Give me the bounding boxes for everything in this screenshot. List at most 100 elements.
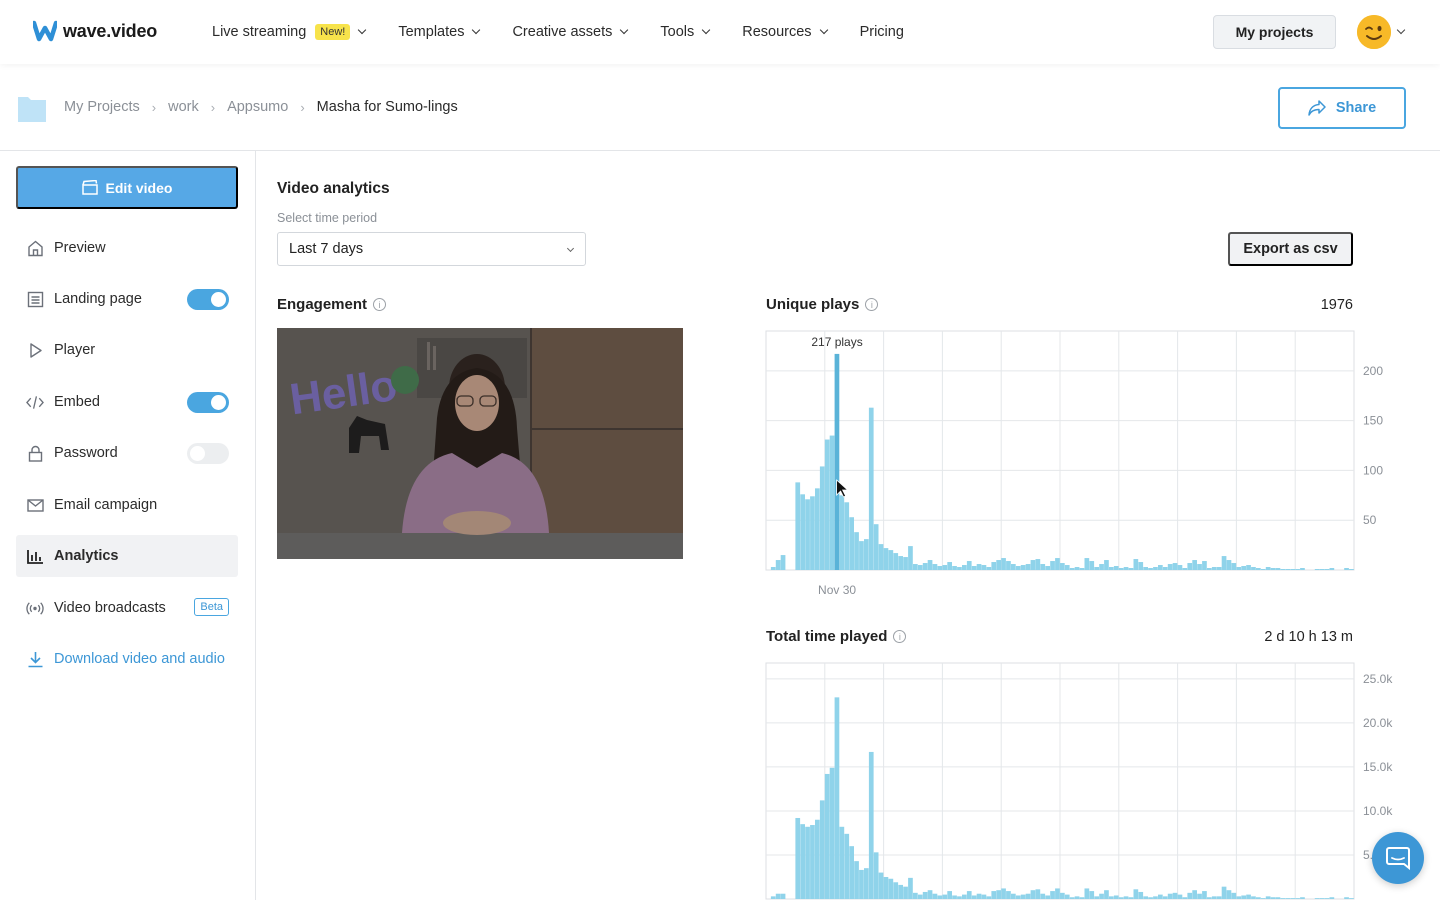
bar[interactable] xyxy=(854,861,859,899)
bar[interactable] xyxy=(1177,894,1183,899)
bar[interactable] xyxy=(927,560,933,570)
breadcrumb-work[interactable]: work xyxy=(168,99,199,115)
bar[interactable] xyxy=(1060,892,1065,899)
bar[interactable] xyxy=(927,890,933,899)
bar[interactable] xyxy=(903,557,908,570)
bar[interactable] xyxy=(829,767,835,899)
bar[interactable] xyxy=(986,896,992,899)
bar[interactable] xyxy=(1167,564,1173,570)
bar[interactable] xyxy=(922,563,928,570)
bar[interactable] xyxy=(810,825,815,899)
bar[interactable] xyxy=(1069,897,1075,899)
bar[interactable] xyxy=(1030,560,1036,570)
bar[interactable] xyxy=(1153,567,1158,570)
export-csv-button[interactable]: Export as csv xyxy=(1228,232,1353,266)
bar[interactable] xyxy=(1074,896,1080,899)
bar[interactable] xyxy=(1202,891,1207,899)
bar[interactable] xyxy=(966,561,972,570)
bar[interactable] xyxy=(1216,567,1222,570)
sidebar-item-player[interactable]: Player xyxy=(16,329,238,371)
bar[interactable] xyxy=(1148,897,1153,899)
video-thumbnail[interactable]: Hello xyxy=(277,328,683,559)
bar[interactable] xyxy=(1265,567,1271,570)
bar[interactable] xyxy=(1162,567,1168,570)
bar[interactable] xyxy=(1197,564,1202,570)
bar[interactable] xyxy=(942,894,948,899)
bar[interactable] xyxy=(1344,897,1349,899)
bar[interactable] xyxy=(1006,891,1011,899)
user-avatar[interactable] xyxy=(1357,15,1391,49)
bar[interactable] xyxy=(1025,893,1031,899)
bar[interactable] xyxy=(770,896,776,899)
bar[interactable] xyxy=(1084,888,1090,899)
bar[interactable] xyxy=(1172,892,1178,899)
bar[interactable] xyxy=(1211,896,1217,899)
bar[interactable] xyxy=(800,824,805,899)
menu-tools[interactable]: Tools xyxy=(660,24,711,40)
bar[interactable] xyxy=(922,891,928,899)
bar[interactable] xyxy=(1236,567,1242,570)
bar[interactable] xyxy=(1197,893,1202,899)
bar[interactable] xyxy=(966,891,972,899)
bar[interactable] xyxy=(1207,568,1212,570)
bar[interactable] xyxy=(1241,895,1246,899)
bar[interactable] xyxy=(1104,560,1109,570)
bar[interactable] xyxy=(1113,895,1119,899)
bar[interactable] xyxy=(873,524,879,570)
bar[interactable] xyxy=(859,541,864,570)
bar[interactable] xyxy=(1011,893,1016,899)
bar[interactable] xyxy=(1167,893,1173,899)
bar[interactable] xyxy=(1138,562,1144,570)
bar[interactable] xyxy=(795,482,801,570)
bar[interactable] xyxy=(976,564,982,570)
bar[interactable] xyxy=(844,502,850,570)
bar[interactable] xyxy=(1109,896,1114,899)
bar[interactable] xyxy=(854,532,859,570)
bar[interactable] xyxy=(1104,890,1109,899)
bar[interactable] xyxy=(1118,897,1124,899)
bar[interactable] xyxy=(1280,898,1286,899)
edit-video-button[interactable]: Edit video xyxy=(16,166,238,209)
bar[interactable] xyxy=(1207,897,1212,899)
bar[interactable] xyxy=(775,560,781,570)
bar[interactable] xyxy=(805,826,810,899)
chevron-down-icon[interactable] xyxy=(1396,25,1406,35)
bar[interactable] xyxy=(1089,561,1095,570)
bar[interactable] xyxy=(834,697,840,899)
bar[interactable] xyxy=(962,565,967,570)
bar[interactable] xyxy=(1040,564,1046,570)
bar[interactable] xyxy=(1226,890,1232,899)
bar[interactable] xyxy=(834,353,840,570)
bar[interactable] xyxy=(986,567,992,570)
bar[interactable] xyxy=(893,553,899,570)
bar[interactable] xyxy=(996,560,1001,570)
bar[interactable] xyxy=(1295,569,1300,570)
bar[interactable] xyxy=(844,833,850,899)
bar[interactable] xyxy=(824,773,830,899)
bar[interactable] xyxy=(1079,568,1085,570)
bar[interactable] xyxy=(849,846,854,899)
menu-live-streaming[interactable]: Live streaming New! xyxy=(212,24,367,40)
bar[interactable] xyxy=(991,891,997,899)
bar[interactable] xyxy=(1050,561,1055,570)
bar[interactable] xyxy=(1123,567,1129,570)
bar[interactable] xyxy=(957,567,962,570)
bar[interactable] xyxy=(1349,898,1354,899)
bar[interactable] xyxy=(957,896,962,899)
bar[interactable] xyxy=(1138,891,1144,899)
bar[interactable] xyxy=(1202,561,1207,570)
bar[interactable] xyxy=(1221,886,1227,899)
bar[interactable] xyxy=(1260,569,1266,570)
bar[interactable] xyxy=(859,869,864,899)
bar[interactable] xyxy=(1084,558,1090,570)
bar[interactable] xyxy=(1030,890,1036,899)
bar[interactable] xyxy=(898,556,903,570)
info-icon[interactable]: i xyxy=(373,298,387,311)
bar[interactable] xyxy=(1285,898,1291,899)
bar[interactable] xyxy=(888,550,894,570)
menu-creative-assets[interactable]: Creative assets xyxy=(512,24,629,40)
bar[interactable] xyxy=(937,895,943,899)
bar[interactable] xyxy=(1300,897,1305,899)
bar[interactable] xyxy=(883,876,889,899)
bar[interactable] xyxy=(952,895,957,899)
